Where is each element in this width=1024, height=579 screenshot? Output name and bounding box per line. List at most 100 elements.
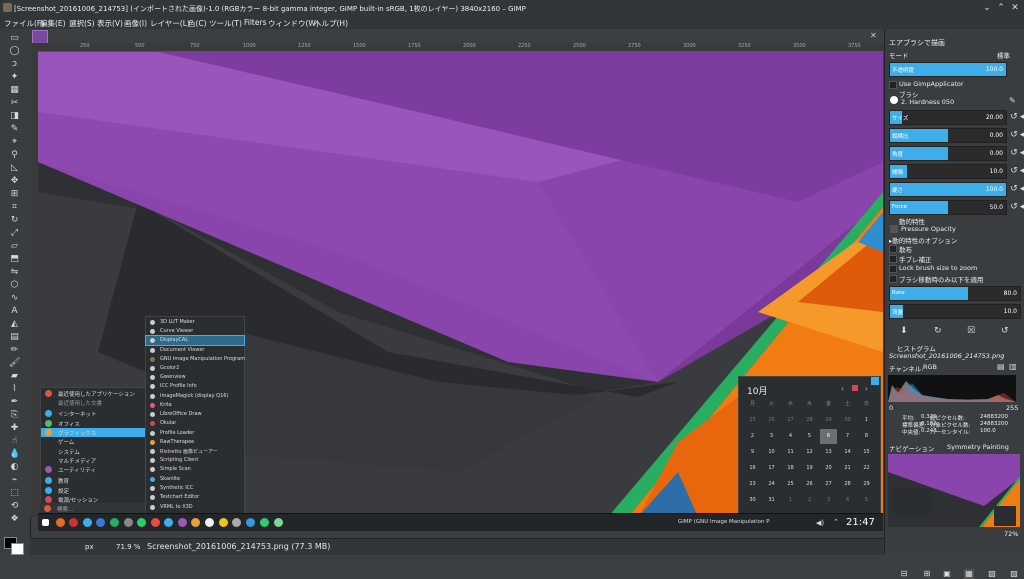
brush-param-slider[interactable]: サイズ 20.00 — [889, 110, 1007, 125]
paths-icon[interactable]: ✎ — [9, 124, 20, 135]
menu-windows[interactable]: ウィンドウ(W) — [268, 18, 319, 29]
motion-only-checkbox[interactable] — [889, 275, 897, 283]
chain-icon[interactable]: ◂ — [1019, 112, 1024, 122]
launcher-item-education[interactable]: 教育› — [41, 476, 150, 485]
move-icon[interactable]: ✥ — [9, 176, 20, 187]
reset-icon[interactable]: ↺ — [1009, 202, 1019, 212]
calendar-day[interactable]: 2 — [744, 429, 761, 444]
submenu-item[interactable]: Gcolor2 — [146, 364, 244, 373]
shrink-wrap-icon[interactable]: ▨ — [1009, 569, 1019, 579]
warp-icon[interactable]: ∿ — [9, 293, 20, 304]
menu-image[interactable]: 画像(I) — [124, 18, 147, 29]
calendar-day[interactable]: 10 — [763, 445, 780, 460]
clock[interactable]: 21:47 — [846, 517, 875, 528]
submenu-item[interactable]: Skanlite — [146, 475, 244, 484]
save-preset-icon[interactable]: ⬇ — [900, 326, 908, 336]
minimize-icon[interactable]: ⌄ — [982, 3, 992, 13]
submenu-item-selected[interactable]: DisplayCAL — [145, 334, 245, 347]
histogram-graph[interactable] — [888, 375, 1016, 402]
submenu-item[interactable]: ImageMagick (display Q16) — [146, 392, 244, 401]
crop-icon[interactable]: ⌗ — [9, 202, 20, 213]
reset-options-icon[interactable]: ↺ — [1001, 326, 1009, 336]
calendar-day[interactable]: 16 — [744, 461, 761, 476]
delete-preset-icon[interactable]: ☒ — [967, 326, 975, 336]
app-icon[interactable] — [164, 518, 173, 527]
chain-icon[interactable]: ◂ — [1019, 166, 1024, 176]
calendar-day[interactable]: 14 — [839, 445, 856, 460]
calendar-day[interactable]: 30 — [839, 413, 856, 428]
app-icon[interactable] — [137, 518, 146, 527]
maximize-icon[interactable]: ⌃ — [996, 3, 1006, 13]
calendar-day[interactable]: 4 — [839, 493, 856, 508]
shear-icon[interactable]: ▱ — [9, 241, 20, 252]
zoom-in-icon[interactable]: ⊞ — [922, 569, 932, 579]
menu-edit[interactable]: 編集(E) — [40, 18, 66, 29]
calendar-day[interactable]: 12 — [801, 445, 818, 460]
submenu-item[interactable]: 3D LUT Maker — [146, 318, 244, 327]
flip-icon[interactable]: ⇋ — [9, 267, 20, 278]
launcher-icon[interactable] — [42, 519, 49, 526]
background-color-swatch[interactable] — [11, 543, 24, 555]
app-icon[interactable] — [274, 518, 283, 527]
calendar-day[interactable]: 17 — [763, 461, 780, 476]
app-icon[interactable] — [178, 518, 187, 527]
calendar-day[interactable]: 6 — [820, 429, 837, 444]
linear-histogram-icon[interactable]: ▤ — [997, 362, 1005, 371]
calendar-day[interactable]: 8 — [858, 429, 875, 444]
menu-layer[interactable]: レイヤー(L) — [150, 18, 190, 29]
calendar-day[interactable]: 25 — [782, 477, 799, 492]
submenu-item[interactable]: GNU Image Manipulation Program — [146, 355, 245, 364]
calendar-day[interactable]: 1 — [782, 493, 799, 508]
launcher-item-graphics[interactable]: グラフィックス› — [41, 428, 150, 437]
smooth-checkbox[interactable] — [889, 255, 897, 263]
settings-app-icon[interactable] — [96, 518, 105, 527]
fit-window-icon[interactable]: ▧ — [987, 569, 997, 579]
use-applicator-checkbox[interactable] — [889, 81, 897, 89]
handle-transform-icon[interactable]: ⬚ — [9, 488, 20, 499]
calendar-day[interactable]: 19 — [801, 461, 818, 476]
blur-icon[interactable]: 💧 — [9, 449, 20, 460]
calendar-day[interactable]: 2 — [801, 493, 818, 508]
zoom-out-icon[interactable]: ⊟ — [899, 569, 909, 579]
unit-selector[interactable]: px — [85, 543, 94, 551]
launcher-item-recent-apps[interactable]: 最近使用したアプリケーション› — [41, 389, 150, 398]
app-icon[interactable] — [124, 518, 133, 527]
lock-brush-checkbox[interactable] — [889, 265, 897, 273]
calendar-day[interactable]: 11 — [782, 445, 799, 460]
tab-navigation[interactable]: ナビゲーション — [889, 443, 934, 453]
brush-name[interactable]: 2. Hardness 050 — [901, 98, 954, 106]
submenu-item[interactable]: Synthetic ICC — [146, 484, 244, 493]
app-icon[interactable] — [205, 518, 214, 527]
calendar-day[interactable]: 27 — [820, 477, 837, 492]
launcher-item-system[interactable]: システム› — [41, 447, 150, 456]
histogram-range-min[interactable]: 0 — [889, 404, 893, 412]
calendar-day[interactable]: 4 — [782, 429, 799, 444]
paintbrush-icon[interactable]: 🖌 — [9, 358, 20, 369]
tray-arrow-icon[interactable]: ⌃ — [833, 518, 839, 526]
brush-param-slider[interactable]: 角度 0.00 — [889, 146, 1007, 161]
measure-icon[interactable]: ◺ — [9, 163, 20, 174]
menu-color[interactable]: 色(C) — [188, 18, 207, 29]
firefox-icon[interactable] — [56, 518, 65, 527]
calendar-day[interactable]: 1 — [858, 413, 875, 428]
gradient-icon[interactable]: ▤ — [9, 332, 20, 343]
app-icon[interactable] — [232, 518, 241, 527]
image-tab-thumbnail[interactable] — [32, 30, 48, 44]
clone-icon[interactable]: ⎘ — [9, 410, 20, 421]
submenu-item[interactable]: RawTherapee — [146, 438, 244, 447]
rotate-icon[interactable]: ↻ — [9, 215, 20, 226]
channel-select[interactable]: RGB — [923, 363, 937, 371]
menu-file[interactable]: ファイル(F) — [4, 18, 44, 29]
submenu-item[interactable]: LibreOffice Draw — [146, 410, 244, 419]
mode-select[interactable]: 標準 — [997, 50, 1010, 60]
app-icon[interactable] — [246, 518, 255, 527]
close-icon[interactable]: ✕ — [1010, 3, 1020, 13]
submenu-item[interactable]: Testchart Editor — [146, 493, 244, 502]
brush-param-slider[interactable]: 間隔 10.0 — [889, 164, 1007, 179]
volume-icon[interactable]: ◀) — [816, 519, 824, 527]
brush-param-slider[interactable]: 硬さ 100.0 — [889, 182, 1007, 197]
flow-slider[interactable]: 流量 10.0 — [889, 304, 1021, 319]
navigation-preview[interactable] — [888, 454, 1020, 527]
scissors-icon[interactable]: ✂ — [9, 98, 20, 109]
restore-preset-icon[interactable]: ↻ — [934, 326, 942, 336]
